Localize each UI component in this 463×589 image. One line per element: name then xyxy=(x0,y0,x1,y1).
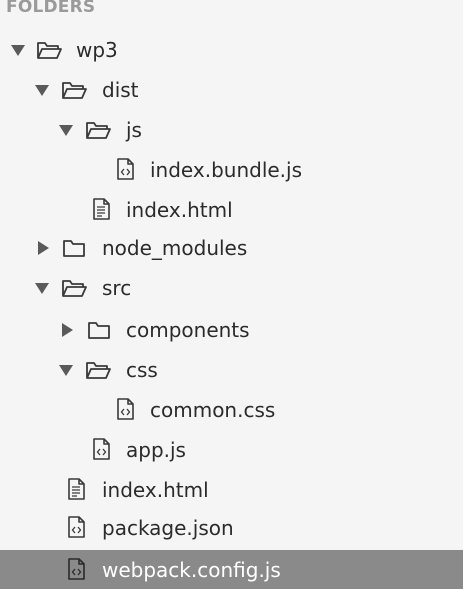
folder-icon xyxy=(63,240,85,257)
code-file-icon xyxy=(68,516,85,538)
tree-item-label: js xyxy=(126,118,142,142)
tree-item-label: css xyxy=(126,358,158,382)
folder-open-icon xyxy=(86,122,111,139)
tree-item-label: index.html xyxy=(102,478,209,502)
tree-item-node-modules[interactable]: node_modules xyxy=(0,229,463,267)
code-file-icon xyxy=(117,398,134,420)
tree-item-app-js[interactable]: app.js xyxy=(0,431,463,469)
folder-icon xyxy=(88,322,110,339)
tree-item-label: index.bundle.js xyxy=(150,158,303,182)
tree-item-label: dist xyxy=(102,78,139,102)
tree-item-src[interactable]: src xyxy=(0,269,463,307)
tree-item-common-css[interactable]: common.css xyxy=(0,391,463,429)
chevron-right-icon[interactable] xyxy=(35,240,51,256)
chevron-right-icon[interactable] xyxy=(59,322,75,338)
tree-item-index-html-root[interactable]: index.html xyxy=(0,471,463,509)
tree-item-label: package.json xyxy=(102,516,234,540)
folder-open-icon xyxy=(37,42,62,59)
folder-open-icon xyxy=(62,280,87,297)
tree-item-index-html[interactable]: index.html xyxy=(0,191,463,229)
tree-item-css[interactable]: css xyxy=(0,351,463,389)
tree-item-wp3[interactable]: wp3 xyxy=(0,31,463,69)
code-file-icon xyxy=(68,558,85,580)
code-file-icon xyxy=(93,438,110,460)
text-file-icon xyxy=(68,478,85,500)
folder-open-icon xyxy=(62,82,87,99)
folder-open-icon xyxy=(86,362,111,379)
tree-item-label: components xyxy=(126,318,250,342)
tree-item-label: webpack.config.js xyxy=(102,558,281,582)
tree-item-index-bundle-js[interactable]: index.bundle.js xyxy=(0,151,463,189)
tree-item-label: node_modules xyxy=(102,236,248,260)
tree-item-label: src xyxy=(102,276,132,300)
tree-item-webpack-config-js[interactable]: webpack.config.js xyxy=(0,550,463,589)
tree-item-dist[interactable]: dist xyxy=(0,71,463,109)
chevron-down-icon[interactable] xyxy=(58,122,74,138)
tree-item-package-json[interactable]: package.json xyxy=(0,509,463,547)
tree-item-label: app.js xyxy=(126,438,186,462)
text-file-icon xyxy=(93,198,110,220)
chevron-down-icon[interactable] xyxy=(10,42,26,58)
tree-item-components[interactable]: components xyxy=(0,311,463,349)
tree-item-label: wp3 xyxy=(76,38,118,62)
chevron-down-icon[interactable] xyxy=(58,362,74,378)
tree-item-js[interactable]: js xyxy=(0,111,463,149)
folders-header: FOLDERS xyxy=(6,0,96,17)
tree-item-label: common.css xyxy=(150,398,276,422)
chevron-down-icon[interactable] xyxy=(34,280,50,296)
tree-item-label: index.html xyxy=(126,198,233,222)
code-file-icon xyxy=(117,158,134,180)
chevron-down-icon[interactable] xyxy=(34,82,50,98)
